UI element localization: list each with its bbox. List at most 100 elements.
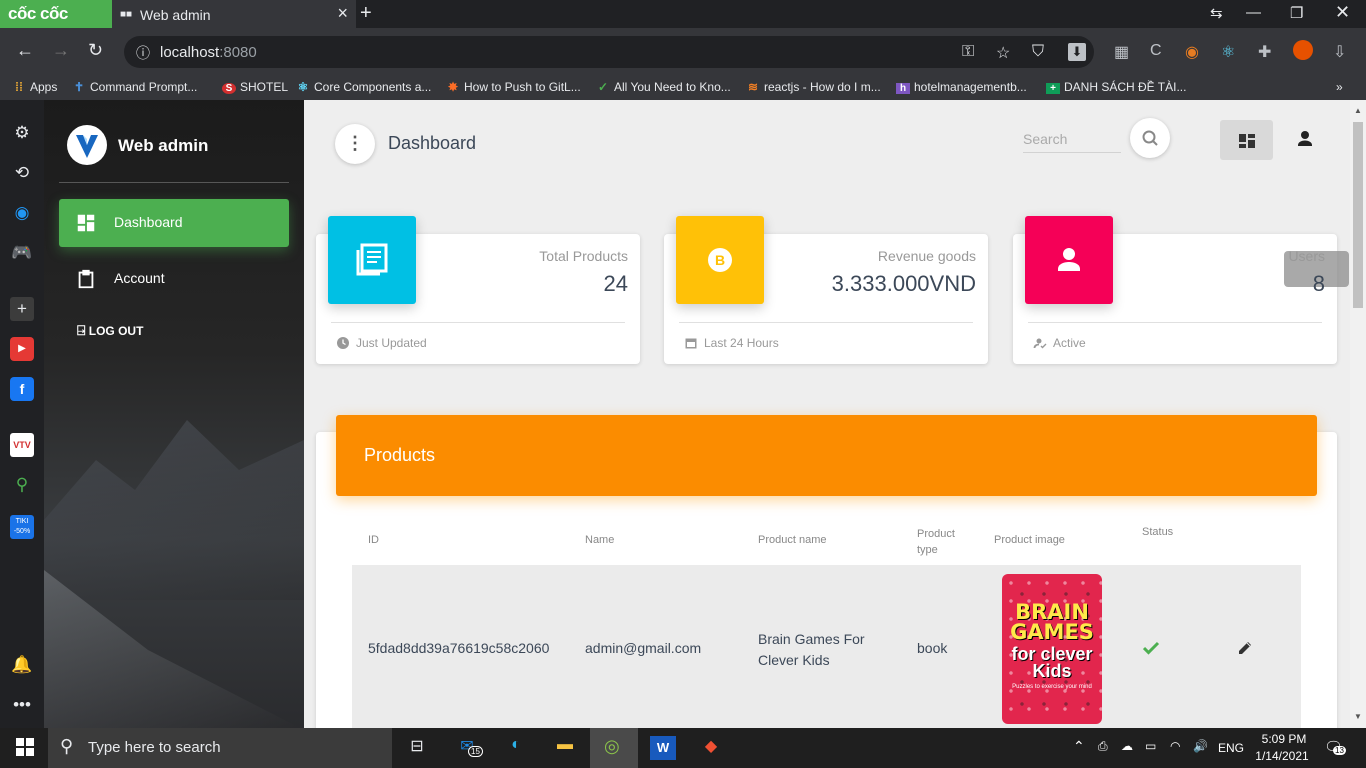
admin-sidebar: Web admin Dashboard Account ⍈ LOG OUT [44, 100, 304, 728]
browser-tab[interactable]: ■■ Web admin × [112, 0, 356, 28]
search-button[interactable] [1130, 118, 1170, 158]
clock-time[interactable]: 5:09 PM [1259, 732, 1309, 746]
bookmark-all-you-need[interactable]: ✓ All You Need to Kno... [596, 80, 731, 94]
dashboard-view-button[interactable] [1220, 120, 1273, 160]
extension-c-icon[interactable]: C [1150, 42, 1162, 60]
bookmark-command-prompt[interactable]: ✝ Command Prompt... [72, 80, 197, 94]
edit-pencil-icon[interactable] [1236, 639, 1254, 657]
word-icon[interactable]: W [650, 736, 676, 760]
tray-device-icon[interactable]: ⎙ [1098, 739, 1108, 754]
extension-grid-icon[interactable]: ▦ [1114, 42, 1129, 62]
column-header-id[interactable]: ID [368, 534, 379, 546]
browser-logo[interactable]: cốc cốc [0, 0, 112, 28]
profile-avatar-icon[interactable] [1293, 40, 1313, 60]
column-header-status[interactable]: Status [1142, 526, 1173, 538]
stat-divider [679, 322, 973, 323]
column-header-product-image[interactable]: Product image [994, 534, 1065, 546]
add-icon[interactable]: + [10, 297, 34, 321]
scroll-down-icon[interactable]: ▼ [1354, 712, 1362, 721]
maximize-icon[interactable]: ❐ [1290, 4, 1303, 22]
bookmark-pin-icon: ✝ [73, 80, 85, 94]
address-bar[interactable]: ⓘ localhost:8080 ⚿ ☆ ⛉ ⬇ [124, 36, 1094, 68]
action-center-icon[interactable]: 🗨13 [1324, 738, 1346, 756]
tiki-icon[interactable]: TIKI -50% [10, 515, 34, 539]
settings-icon[interactable]: ⚙ [10, 121, 34, 145]
sidebar-item-dashboard[interactable]: Dashboard [59, 199, 289, 247]
taskbar-search-input[interactable]: ⚲ Type here to search [48, 728, 392, 768]
vtv-go-icon[interactable]: VTV [10, 433, 34, 457]
youtube-icon[interactable]: ▶ [10, 337, 34, 361]
wifi-icon[interactable]: ◠ [1170, 739, 1180, 753]
battery-icon[interactable]: ▭ [1145, 739, 1156, 753]
info-icon[interactable]: ⓘ [136, 43, 150, 63]
column-header-name[interactable]: Name [585, 534, 614, 546]
scrollbar-thumb[interactable] [1353, 122, 1363, 308]
bookmark-danh-sach[interactable]: + DANH SÁCH ĐỀ TÀI... [1046, 80, 1186, 94]
notification-bell-icon[interactable]: 🔔 [10, 653, 34, 677]
forward-icon[interactable]: → [52, 40, 70, 61]
onedrive-icon[interactable]: ☁ [1121, 739, 1133, 753]
mail-icon[interactable]: ✉ 15 [454, 736, 483, 760]
bookmark-shotel[interactable]: S SHOTEL [222, 80, 288, 94]
bookmark-gitlab[interactable]: ✸ How to Push to GitL... [446, 80, 581, 94]
search-input[interactable] [1023, 125, 1121, 153]
download-arrow-icon[interactable]: ⇩ [1333, 42, 1346, 62]
user-profile-button[interactable] [1290, 124, 1320, 154]
bookmark-core-components[interactable]: ⚛ Core Components a... [296, 80, 432, 94]
vuetify-logo-icon[interactable] [67, 125, 107, 165]
column-header-product-type[interactable]: Product type [917, 526, 961, 558]
reload-icon[interactable]: ↻ [88, 40, 103, 61]
logout-button[interactable]: ⍈ LOG OUT [77, 322, 143, 339]
close-window-icon[interactable]: ✕ [1335, 2, 1350, 23]
git-icon[interactable]: ◆ [698, 736, 724, 760]
tray-chevron-icon[interactable]: ⌃ [1073, 738, 1085, 755]
dots-vertical-icon: ⋮ [346, 133, 364, 153]
language-indicator[interactable]: ENG [1218, 741, 1244, 755]
messenger-icon[interactable]: ◉ [10, 201, 34, 225]
windows-start-icon[interactable] [12, 738, 38, 762]
history-icon[interactable]: ⟲ [10, 161, 34, 185]
coccoc-green-icon[interactable]: ⚲ [10, 473, 34, 497]
new-tab-icon[interactable]: + [360, 2, 372, 25]
shield-icon[interactable]: ⛉ [1032, 43, 1044, 61]
person-icon [1058, 248, 1080, 271]
bookmark-star-icon[interactable]: ☆ [996, 43, 1010, 63]
browser-tab-bar: cốc cốc ■■ Web admin × + ⇆ — ❐ ✕ [0, 0, 1366, 28]
facebook-icon[interactable]: f [10, 377, 34, 401]
key-icon[interactable]: ⚿ [962, 43, 974, 61]
bookmark-hotelmanagement[interactable]: h hotelmanagementb... [896, 80, 1027, 94]
page-scrollbar[interactable]: ▲ ▼ [1350, 100, 1366, 728]
close-tab-icon[interactable]: × [337, 3, 348, 24]
edge-icon[interactable]: ◐ [503, 736, 529, 760]
task-view-icon[interactable]: ⊟ [404, 736, 430, 760]
coccoc-icon: ◎ [604, 736, 620, 756]
bookmarks-bar: ⁞⁞ Apps ✝ Command Prompt... S SHOTEL ⚛ Core … [0, 76, 1366, 100]
column-header-product-name[interactable]: Product name [758, 534, 826, 546]
book-cover-title: BRAIN GAMES [1010, 600, 1094, 644]
download-icon[interactable]: ⬇ [1068, 43, 1086, 61]
sidebar-divider [59, 182, 289, 183]
more-bookmarks-icon[interactable]: » [1336, 80, 1343, 94]
react-devtools-icon[interactable]: ⚛ [1221, 42, 1235, 62]
bookmark-apps[interactable]: ⁞⁞ Apps [12, 80, 57, 94]
more-icon[interactable]: ••• [10, 693, 34, 717]
file-explorer-icon[interactable]: ▬ [552, 736, 578, 760]
mail-badge: 15 [468, 746, 483, 757]
back-icon[interactable]: ← [16, 40, 34, 61]
coccoc-taskbar-button[interactable]: ◎ [590, 728, 638, 768]
minimize-icon[interactable]: — [1246, 4, 1261, 21]
sidebar-item-account[interactable]: Account [59, 255, 289, 303]
scroll-up-icon[interactable]: ▲ [1354, 106, 1362, 115]
sidebar-brand[interactable]: Web admin [118, 136, 208, 156]
extensions-puzzle-icon[interactable]: ✚ [1258, 42, 1271, 62]
restore-tabs-icon[interactable]: ⇆ [1210, 4, 1223, 22]
clock-date[interactable]: 1/14/2021 [1252, 749, 1312, 763]
volume-icon[interactable]: 🔊 [1193, 739, 1208, 753]
extension-chrome-icon[interactable]: ◉ [1185, 42, 1199, 62]
table-row[interactable]: 5fdad8dd39a76619c58c2060 admin@gmail.com… [352, 565, 1301, 728]
game-icon[interactable]: 🎮 [10, 241, 34, 265]
bookmark-reactjs[interactable]: ≋ reactjs - How do I m... [746, 80, 881, 94]
calendar-icon [685, 338, 697, 349]
menu-toggle-button[interactable]: ⋮ [335, 124, 375, 164]
stat-icon-box [1025, 216, 1113, 304]
